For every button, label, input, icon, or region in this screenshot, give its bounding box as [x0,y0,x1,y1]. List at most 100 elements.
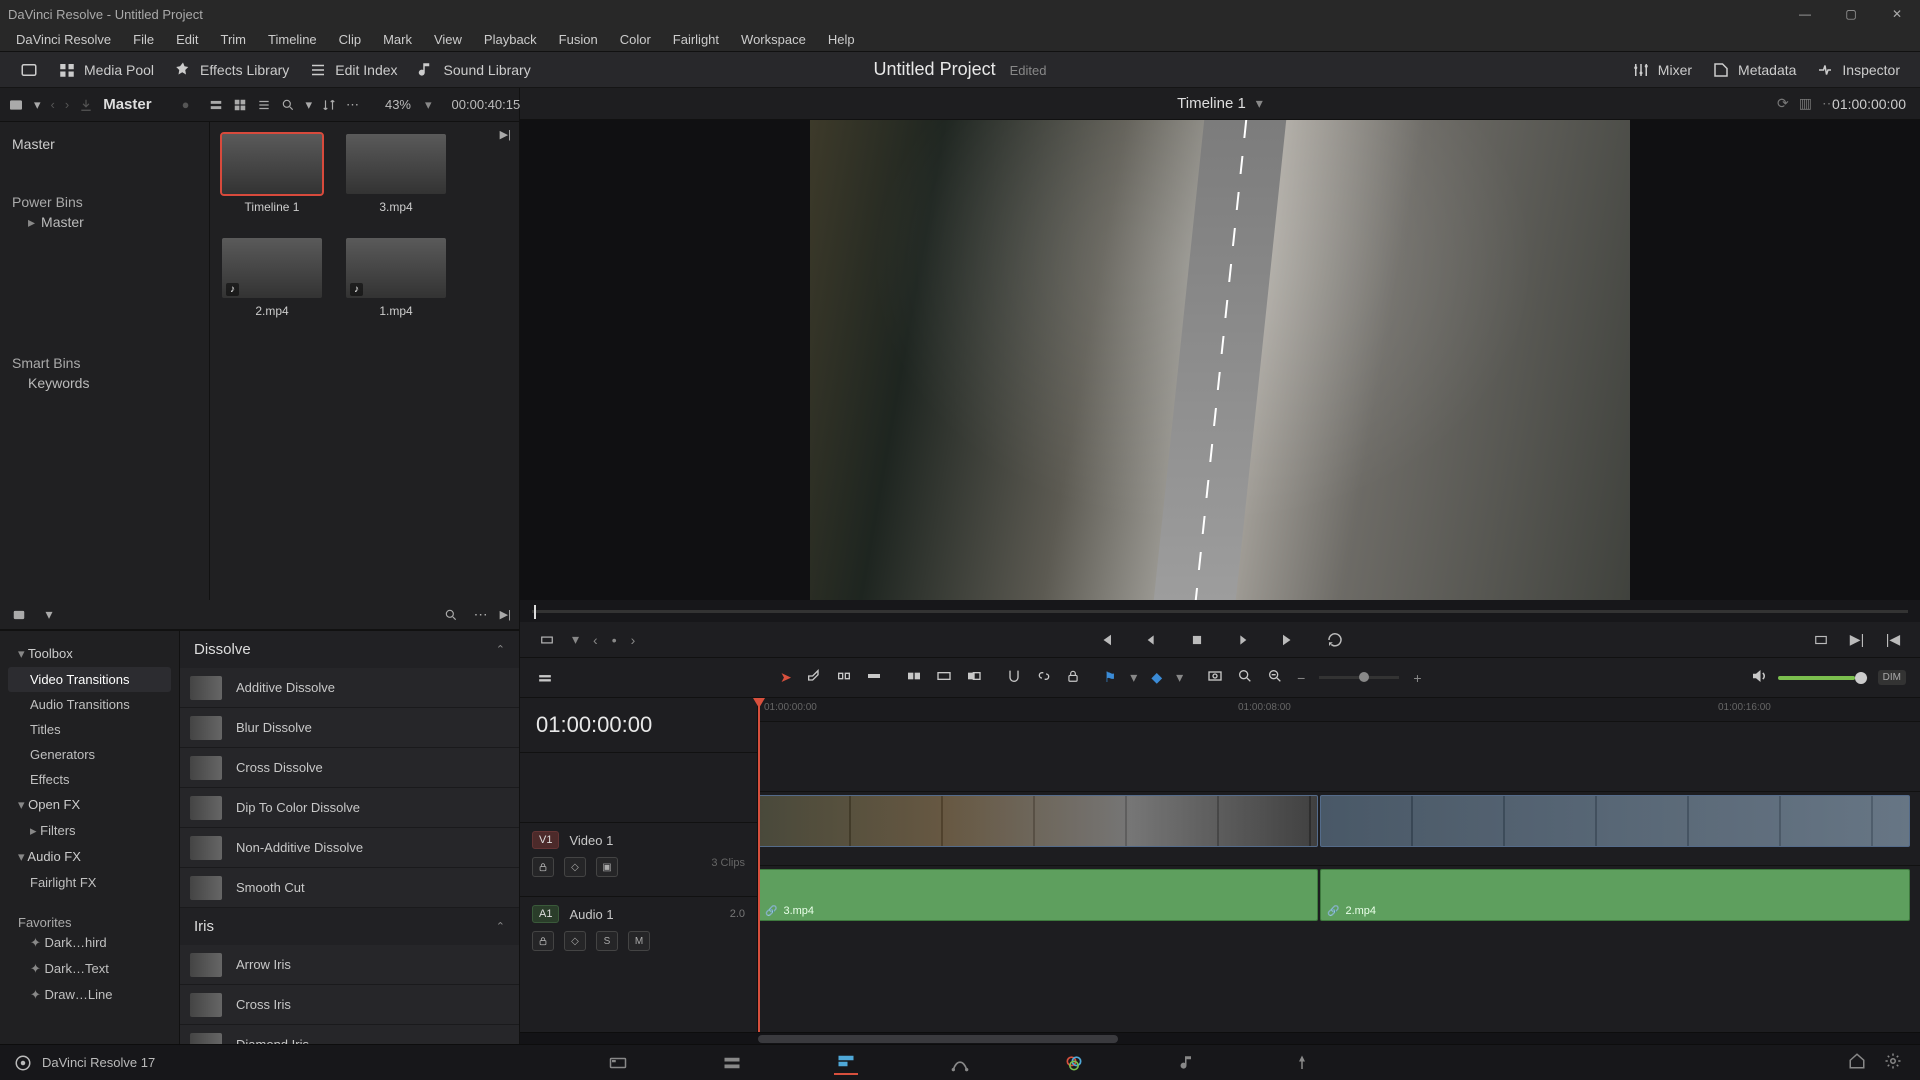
fx-dip-to-color[interactable]: Dip To Color Dissolve [180,788,519,828]
menu-fairlight[interactable]: Fairlight [663,30,729,49]
metadata-button[interactable]: Metadata [1702,57,1806,83]
menu-playback[interactable]: Playback [474,30,547,49]
more-icon[interactable]: ⋯ [470,604,492,626]
video-track-header[interactable]: V1Video 1 ◇ ▣ 3 Clips [520,822,757,896]
page-cut-icon[interactable] [720,1051,744,1075]
timeline-scrollbar[interactable] [520,1032,1920,1044]
mixer-button[interactable]: Mixer [1622,57,1702,83]
chevron-down-icon[interactable]: ▾ [425,97,432,113]
clip-thumb-3mp4[interactable]: 3.mp4 [346,134,446,214]
import-icon[interactable] [79,94,93,116]
gear-icon[interactable] [1884,1052,1902,1073]
chevron-down-icon[interactable]: ▾ [34,94,41,116]
clip-thumb-2mp4[interactable]: 2.mp4 [222,238,322,318]
go-start-icon[interactable]: |◀ [1882,629,1904,651]
page-edit-icon[interactable] [834,1051,858,1075]
go-end-icon[interactable]: ▶| [1846,629,1868,651]
zoom-fit-icon[interactable] [1207,668,1223,687]
panel-view-icon[interactable] [8,604,30,626]
clip-thumb-1mp4[interactable]: 1.mp4 [346,238,446,318]
audiofx-node[interactable]: ▾ Audio FX [8,844,171,870]
fullscreen-toggle-button[interactable] [10,57,48,83]
audio-track-lane[interactable]: 🔗3.mp4 🔗2.mp4 [758,866,1920,926]
step-back-button[interactable] [1140,629,1162,651]
overwrite-clip-icon[interactable] [936,668,952,687]
page-media-icon[interactable] [606,1051,630,1075]
home-icon[interactable] [1848,1052,1866,1073]
chevron-down-icon[interactable]: ▾ [1176,669,1183,686]
cat-fairlight-fx[interactable]: Fairlight FX [8,870,171,895]
media-pool-button[interactable]: Media Pool [48,57,164,83]
smart-bin-keywords[interactable]: Keywords [12,371,197,395]
step-fwd-button[interactable] [1278,629,1300,651]
chevron-down-icon[interactable]: ▾ [1130,669,1137,686]
zoom-box-icon[interactable] [1267,668,1283,687]
fav-item[interactable]: ✦ Draw…Line [8,982,171,1008]
fx-blur-dissolve[interactable]: Blur Dissolve [180,708,519,748]
zoom-minus-icon[interactable]: − [1297,670,1305,686]
auto-select-icon[interactable]: ◇ [564,931,586,951]
search-icon[interactable] [281,94,295,116]
power-bins-master[interactable]: ▸Master [12,210,197,235]
inspector-button[interactable]: Inspector [1806,57,1910,83]
menu-trim[interactable]: Trim [211,30,257,49]
cat-effects[interactable]: Effects [8,767,171,792]
video-clip-2[interactable]: 🔗2.mp4 [1320,795,1910,847]
menu-clip[interactable]: Clip [329,30,371,49]
expand-viewer-icon[interactable]: ▶| [500,128,511,141]
menu-mark[interactable]: Mark [373,30,422,49]
cat-filters[interactable]: ▸ Filters [8,818,171,844]
menu-color[interactable]: Color [610,30,661,49]
sound-library-button[interactable]: Sound Library [408,57,541,83]
viewer-canvas[interactable] [520,120,1920,600]
link-icon[interactable] [1036,668,1052,687]
openfx-node[interactable]: ▾ Open FX [8,792,171,818]
fx-cross-iris[interactable]: Cross Iris [180,985,519,1025]
loop-button[interactable] [1324,629,1346,651]
track-badge-v1[interactable]: V1 [532,831,559,849]
dual-view-icon[interactable]: ▥ [1799,95,1812,112]
menu-view[interactable]: View [424,30,472,49]
flag-icon[interactable]: ⚑ [1104,669,1117,686]
nav-next-icon[interactable]: › [631,632,636,648]
nav-fwd-icon[interactable]: › [65,94,69,116]
cat-audio-transitions[interactable]: Audio Transitions [8,692,171,717]
fx-additive-dissolve[interactable]: Additive Dissolve [180,668,519,708]
trim-tool-icon[interactable] [836,668,852,687]
menu-file[interactable]: File [123,30,164,49]
fx-arrow-iris[interactable]: Arrow Iris [180,945,519,985]
menu-timeline[interactable]: Timeline [258,30,327,49]
group-iris[interactable]: Iris⌃ [180,908,519,945]
marker-icon[interactable]: ◆ [1151,669,1162,686]
nav-prev-icon[interactable]: ‹ [593,632,598,648]
insert-mode-icon[interactable] [536,629,558,651]
replace-clip-icon[interactable] [966,668,982,687]
viewer-scrubber[interactable] [520,600,1920,622]
cat-generators[interactable]: Generators [8,742,171,767]
viewer-timeline-name[interactable]: Timeline 1 [1177,95,1246,112]
expand-icon[interactable]: ▶| [500,608,511,621]
page-color-icon[interactable] [1062,1051,1086,1075]
chevron-down-icon[interactable]: ▾ [38,604,60,626]
page-deliver-icon[interactable] [1290,1051,1314,1075]
more-icon[interactable]: ⋯ [346,94,359,116]
video-clip-1[interactable]: 🔗3.mp4 [758,795,1318,847]
cat-video-transitions[interactable]: Video Transitions [8,667,171,692]
menu-help[interactable]: Help [818,30,865,49]
mute-button[interactable]: M [628,931,650,951]
sync-icon[interactable]: ⟳ [1777,95,1789,112]
window-maximize-button[interactable]: ▢ [1828,0,1874,28]
nav-dot-icon[interactable]: • [612,632,617,648]
fav-item[interactable]: ✦ Dark…hird [8,930,171,956]
bin-master[interactable]: Master [12,130,197,158]
window-close-button[interactable]: ✕ [1874,0,1920,28]
auto-select-icon[interactable]: ◇ [564,857,586,877]
menu-fusion[interactable]: Fusion [549,30,608,49]
fx-cross-dissolve[interactable]: Cross Dissolve [180,748,519,788]
track-badge-a1[interactable]: A1 [532,905,559,923]
timeline-ruler[interactable]: 01:00:00:00 01:00:08:00 01:00:16:00 [758,698,1920,722]
go-first-button[interactable] [1094,629,1116,651]
viewer-zoom[interactable]: 43% [385,97,411,112]
effects-library-button[interactable]: Effects Library [164,57,299,83]
speaker-icon[interactable] [1750,667,1768,688]
